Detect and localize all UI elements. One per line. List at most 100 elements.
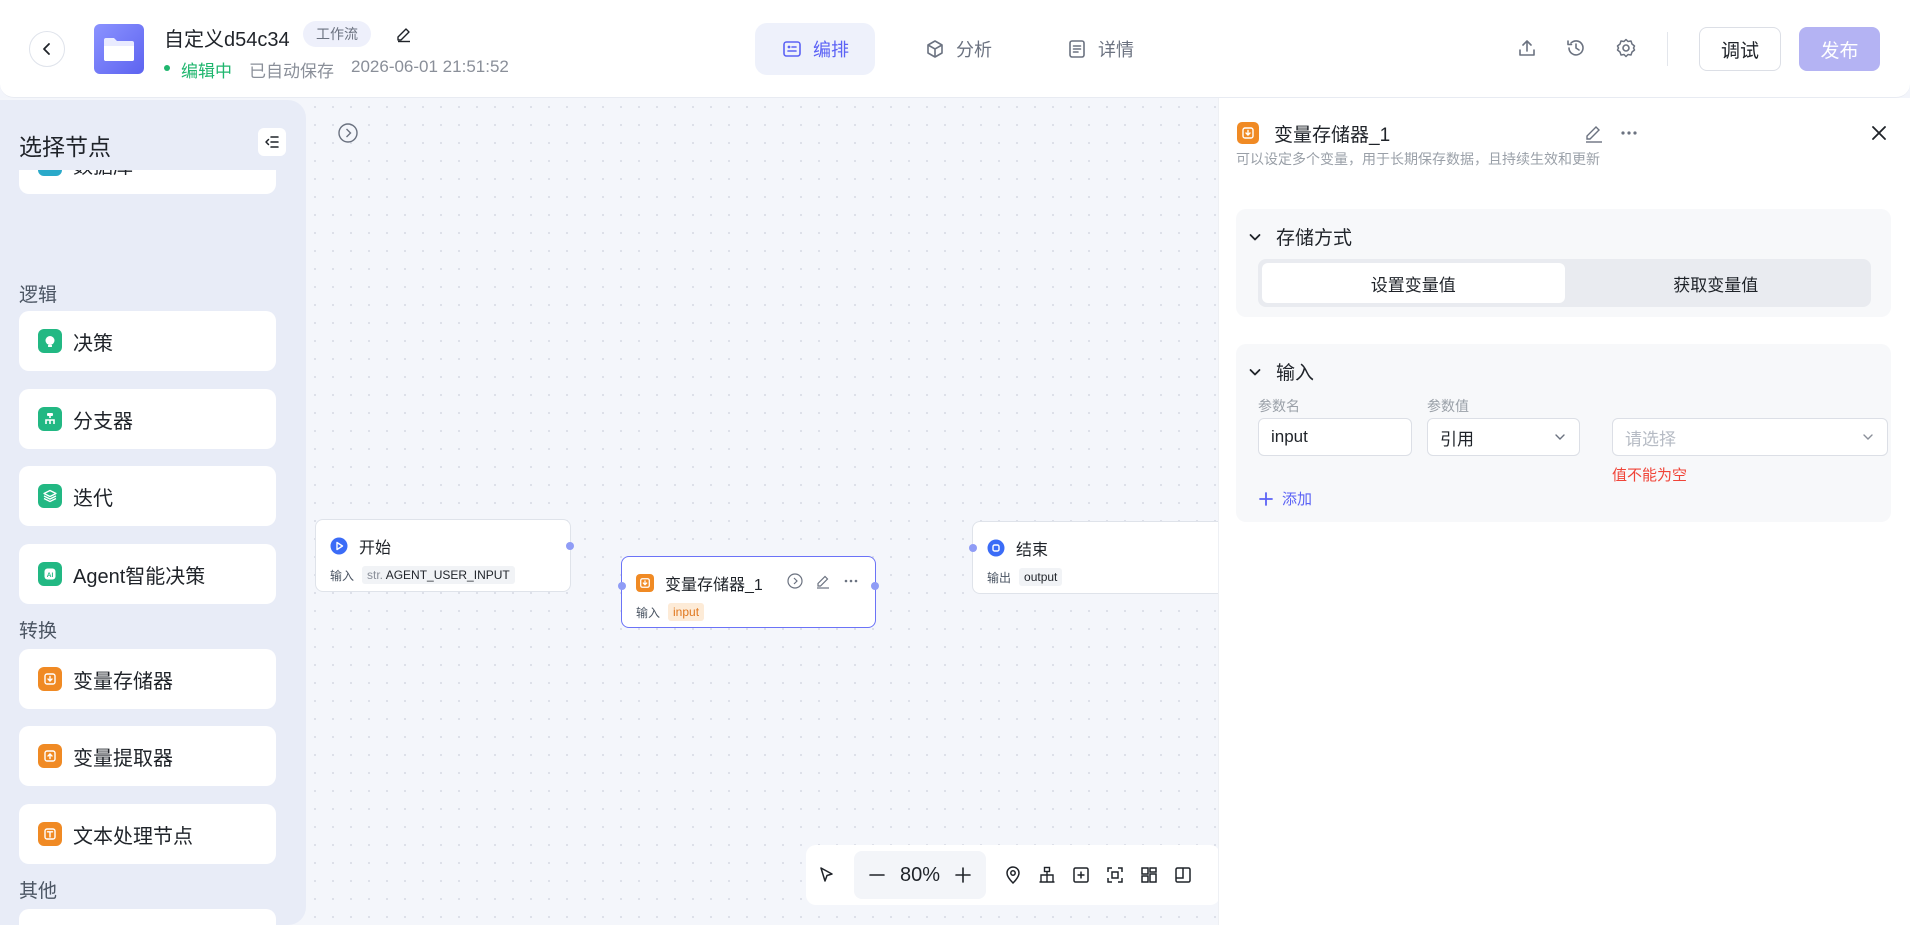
value-text: AGENT_USER_INPUT <box>385 568 510 582</box>
node-header: 变量存储器_1 <box>636 571 763 595</box>
io-value: input <box>668 603 705 621</box>
node-list[interactable]: 数据库 逻辑 决策 分支器 迭代 AI Agent智能决策 转换 变量存储器 变… <box>0 170 306 925</box>
node-item-message[interactable]: 消息 <box>19 909 276 925</box>
history-button[interactable] <box>1564 36 1588 60</box>
input-section-toggle[interactable]: 输入 <box>1248 358 1314 385</box>
node-item-label: 变量存储器 <box>73 670 173 693</box>
locate-button[interactable] <box>996 858 1030 892</box>
analysis-icon <box>927 40 943 58</box>
tab-label: 编排 <box>813 40 849 60</box>
collapse-panel-button[interactable] <box>258 128 286 156</box>
divider <box>1667 32 1668 66</box>
node-item-text-process[interactable]: 文本处理节点 <box>19 804 276 864</box>
flow-node-end[interactable]: 结束 输出 output <box>969 521 1218 594</box>
tab-label: 分析 <box>956 40 992 60</box>
reference-placeholder: 请选择 <box>1625 429 1676 449</box>
decision-icon <box>38 329 62 353</box>
orchestrate-icon <box>783 41 801 57</box>
output-port[interactable] <box>871 582 879 590</box>
flow-node-start[interactable]: 开始 输入 str. AGENT_USER_INPUT <box>315 519 574 592</box>
node-item-database[interactable]: 数据库 <box>19 170 276 194</box>
more-button[interactable] <box>1618 122 1640 144</box>
node-header: 开始 <box>330 534 391 558</box>
node-header: 结束 <box>987 536 1048 560</box>
back-button[interactable] <box>29 31 65 67</box>
pointer-mode-button[interactable] <box>810 858 844 892</box>
chevron-down-icon <box>1249 233 1261 240</box>
variable-store-icon <box>1237 122 1259 144</box>
category-label: 逻辑 <box>19 285 58 306</box>
node-item-label: 文本处理节点 <box>73 825 193 848</box>
io-value: str. AGENT_USER_INPUT <box>362 566 515 584</box>
tab-label: 详情 <box>1098 40 1134 60</box>
tab-detail[interactable]: 详情 <box>1040 23 1160 75</box>
add-param-button[interactable]: 添加 <box>1258 488 1312 509</box>
node-item-variable-store[interactable]: 变量存储器 <box>19 649 276 709</box>
node-item-agent[interactable]: AI Agent智能决策 <box>19 544 276 604</box>
node-item-label: Agent智能决策 <box>73 565 206 588</box>
set-variable-option[interactable]: 设置变量值 <box>1262 263 1565 303</box>
export-button[interactable] <box>1515 36 1539 60</box>
node-item-branch[interactable]: 分支器 <box>19 389 276 449</box>
value-type-select[interactable]: 引用 <box>1427 418 1580 456</box>
run-node-button[interactable] <box>337 122 359 144</box>
fit-view-button[interactable] <box>1098 858 1132 892</box>
flow-node-variable-store[interactable]: 变量存储器_1 输入 input <box>618 556 879 628</box>
publish-button[interactable]: 发布 <box>1799 27 1880 71</box>
minimap-button[interactable] <box>1132 858 1166 892</box>
reference-select[interactable]: 请选择 <box>1612 418 1888 456</box>
tab-orchestrate[interactable]: 编排 <box>755 23 875 75</box>
edit-title-button[interactable] <box>395 25 413 43</box>
param-name-field[interactable] <box>1271 427 1399 447</box>
edit-icon <box>817 575 829 589</box>
type-prefix: str. <box>367 568 384 582</box>
zoom-out-button[interactable] <box>860 858 894 892</box>
run-node-button[interactable] <box>787 573 803 594</box>
zoom-in-button[interactable] <box>946 858 980 892</box>
auto-layout-icon <box>1039 866 1055 883</box>
debug-button[interactable]: 调试 <box>1699 27 1781 71</box>
node-item-decision[interactable]: 决策 <box>19 311 276 371</box>
app-logo <box>94 24 144 74</box>
settings-icon <box>1616 38 1636 58</box>
edit-node-button[interactable] <box>1583 122 1605 144</box>
add-node-icon <box>1073 867 1089 883</box>
input-port[interactable] <box>618 582 626 590</box>
more-icon <box>1621 131 1637 135</box>
database-icon <box>38 170 62 176</box>
get-variable-option[interactable]: 获取变量值 <box>1565 263 1868 303</box>
node-item-iterate[interactable]: 迭代 <box>19 466 276 526</box>
status-text: 编辑中 <box>181 62 232 81</box>
zoom-level: 80% <box>899 863 941 886</box>
node-item-label: 变量提取器 <box>73 747 173 770</box>
storage-mode-segmented: 设置变量值 获取变量值 <box>1258 259 1871 307</box>
folder-icon <box>104 38 134 61</box>
close-panel-button[interactable] <box>1868 122 1890 144</box>
panel-toggle-button[interactable] <box>1166 858 1200 892</box>
more-button[interactable] <box>843 573 859 594</box>
svg-text:AI: AI <box>47 572 54 579</box>
panel-icon <box>1175 867 1191 883</box>
category-label: 其他 <box>19 881 58 902</box>
tab-analysis[interactable]: 分析 <box>898 23 1018 75</box>
node-item-variable-extract[interactable]: 变量提取器 <box>19 726 276 786</box>
add-node-button[interactable] <box>1064 858 1098 892</box>
auto-layout-button[interactable] <box>1030 858 1064 892</box>
param-name-input[interactable] <box>1258 418 1412 456</box>
input-port[interactable] <box>969 544 977 552</box>
node-io: 输出 output <box>987 568 1063 586</box>
node-item-label: 分支器 <box>73 410 133 433</box>
edit-node-button[interactable] <box>815 573 831 594</box>
storage-mode-toggle[interactable]: 存储方式 <box>1248 223 1352 250</box>
settings-button[interactable] <box>1614 36 1638 60</box>
iterate-icon <box>38 484 62 508</box>
back-icon <box>43 43 50 55</box>
more-icon <box>844 579 858 583</box>
output-port[interactable] <box>566 542 574 550</box>
io-value: output <box>1019 568 1063 586</box>
category-label: 转换 <box>19 621 58 642</box>
canvas-toolbar: 80% <box>806 845 1220 905</box>
collapse-icon <box>265 136 279 148</box>
detail-icon <box>1069 40 1085 58</box>
play-icon <box>330 537 348 555</box>
